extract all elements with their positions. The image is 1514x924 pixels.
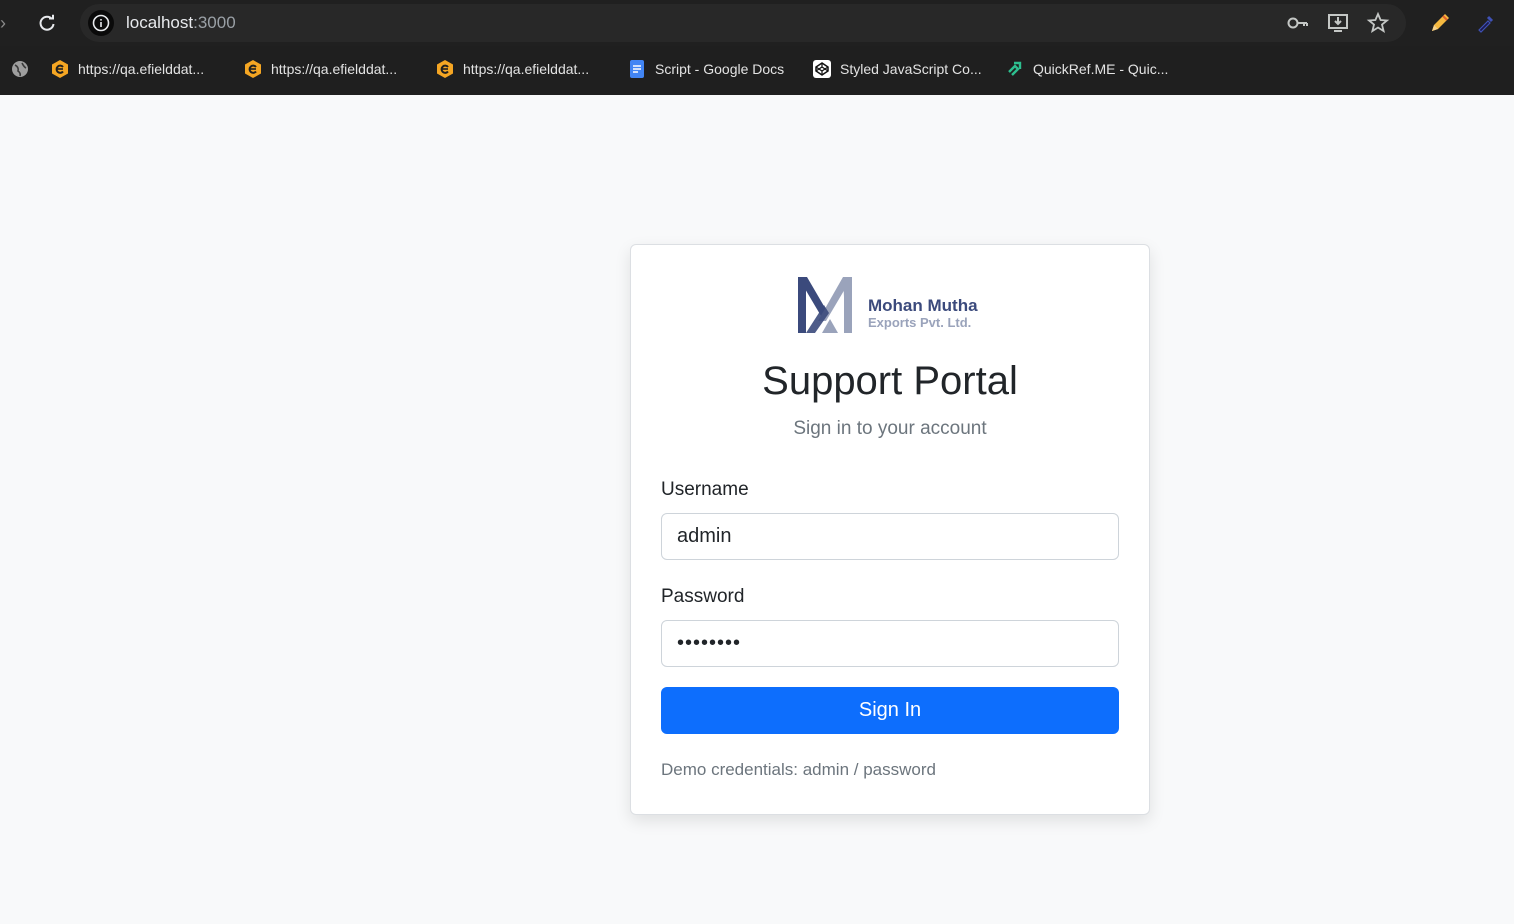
install-app-icon[interactable] bbox=[1326, 11, 1350, 35]
company-logo: Mohan Mutha Exports Pvt. Ltd. bbox=[798, 277, 988, 333]
password-input[interactable] bbox=[661, 620, 1119, 667]
address-url[interactable]: localhost:3000 bbox=[126, 12, 236, 34]
bookmark-efield-1[interactable]: https://qa.efielddat... bbox=[50, 58, 204, 80]
bookmark-efield-2[interactable]: https://qa.efielddat... bbox=[243, 58, 397, 80]
efield-icon bbox=[435, 59, 455, 79]
bookmark-quickref[interactable]: QuickRef.ME - Quic... bbox=[1005, 58, 1168, 80]
bookmark-label: https://qa.efielddat... bbox=[463, 61, 590, 77]
logo-company-subtitle: Exports Pvt. Ltd. bbox=[868, 315, 972, 330]
password-key-icon[interactable] bbox=[1286, 11, 1310, 35]
browser-chrome: › localhost:3000 https://qa.efielddat...… bbox=[0, 0, 1514, 95]
bookmark-codepen[interactable]: Styled JavaScript Co... bbox=[812, 58, 982, 80]
logo-company-name: Mohan Mutha bbox=[868, 296, 978, 315]
username-input[interactable] bbox=[661, 513, 1119, 560]
bookmark-label: https://qa.efielddat... bbox=[271, 61, 398, 77]
bookmark-label: https://qa.efielddat... bbox=[78, 61, 205, 77]
demo-credentials-text: Demo credentials: admin / password bbox=[661, 760, 936, 779]
color-picker-extension-icon[interactable] bbox=[1474, 11, 1498, 35]
address-bar[interactable] bbox=[80, 4, 1406, 42]
bookmark-star-icon[interactable] bbox=[1366, 11, 1390, 35]
page-subtitle: Sign in to your account bbox=[793, 418, 987, 439]
site-info-icon[interactable] bbox=[88, 10, 114, 36]
efield-icon bbox=[50, 59, 70, 79]
reload-icon[interactable] bbox=[34, 10, 60, 36]
bookmarks-globe-icon[interactable] bbox=[10, 58, 30, 80]
sign-in-button[interactable]: Sign In bbox=[661, 687, 1119, 734]
password-label: Password bbox=[661, 586, 745, 607]
username-label: Username bbox=[661, 479, 749, 500]
pencil-extension-icon[interactable] bbox=[1428, 11, 1452, 35]
forward-icon[interactable]: › bbox=[0, 12, 14, 34]
bookmark-efield-3[interactable]: https://qa.efielddat... bbox=[435, 58, 589, 80]
bookmark-label: QuickRef.ME - Quic... bbox=[1033, 61, 1169, 77]
codepen-icon bbox=[812, 59, 832, 79]
bookmark-label: Script - Google Docs bbox=[655, 61, 785, 77]
google-docs-icon bbox=[627, 59, 647, 79]
page-title: Support Portal bbox=[762, 359, 1018, 403]
url-host: localhost bbox=[126, 13, 194, 32]
efield-icon bbox=[243, 59, 263, 79]
bookmark-google-docs[interactable]: Script - Google Docs bbox=[627, 58, 784, 80]
company-logo-mark-icon bbox=[798, 277, 852, 333]
login-card: Mohan Mutha Exports Pvt. Ltd. Support Po… bbox=[630, 244, 1150, 815]
bookmark-label: Styled JavaScript Co... bbox=[840, 61, 982, 77]
url-port: :3000 bbox=[193, 13, 236, 32]
quickref-icon bbox=[1005, 59, 1025, 79]
